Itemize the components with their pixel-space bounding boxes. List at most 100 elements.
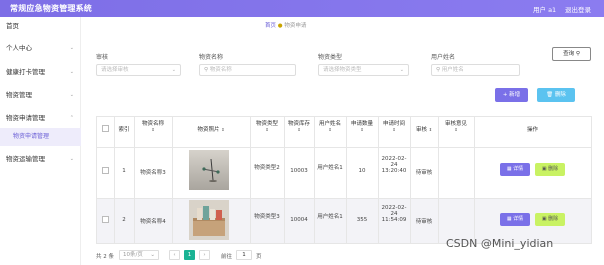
sidebar-item-label: 个人中心: [6, 44, 32, 52]
row-delete-label: 删除: [548, 216, 559, 222]
chevron-down-icon: ⌄: [150, 252, 155, 258]
audit-select[interactable]: 请选择审核 ⌄: [96, 64, 181, 76]
product-photo: [189, 200, 229, 240]
page-suffix: 页: [256, 254, 262, 260]
product-photo: [189, 150, 229, 190]
chevron-down-icon: ⌄: [69, 69, 74, 75]
col-header-audit[interactable]: 审核 ⇕: [410, 125, 438, 133]
sidebar-item-label: 健康打卡管理: [6, 68, 45, 76]
detail-label: 详情: [513, 166, 524, 172]
row-stock: 10003: [290, 168, 308, 174]
sidebar-item-supplies[interactable]: 物资管理 ⌄: [0, 88, 81, 102]
next-page-button[interactable]: ›: [199, 250, 210, 260]
divider: [438, 116, 439, 243]
sidebar-item-transport[interactable]: 物资运输管理 ⌄: [0, 152, 81, 166]
row-time: 2022-02-24 11:54:09: [381, 205, 407, 223]
sidebar-subitem-apply[interactable]: 物资申请管理: [0, 128, 81, 146]
sidebar-item-apply[interactable]: 物资申请管理 ⌃: [0, 111, 81, 125]
sort-icon: ⇕: [297, 127, 301, 132]
divider: [250, 116, 251, 243]
row-type: 物资类型2: [254, 165, 280, 171]
user-input[interactable]: ⚲ 用户姓名: [431, 64, 520, 76]
row-delete-button[interactable]: ▣ 删除: [535, 163, 565, 176]
col-header-actions: 操作: [526, 127, 538, 133]
sidebar-item-health[interactable]: 健康打卡管理 ⌄: [0, 65, 81, 79]
type-placeholder: 请选择物资类型: [323, 67, 362, 73]
filter-label-name: 物资名称: [199, 54, 224, 61]
col-header-label: 用户姓名: [318, 121, 341, 127]
sidebar-item-label: 首页: [6, 22, 19, 30]
audit-placeholder: 请选择审核: [101, 67, 129, 73]
plus-icon: +: [502, 92, 508, 98]
col-header-label: 审核: [415, 127, 427, 133]
row-type: 物资类型3: [254, 214, 280, 220]
row-checkbox[interactable]: [102, 216, 109, 223]
detail-button[interactable]: ▦ 详情: [500, 163, 530, 176]
filter-label-user: 用户姓名: [431, 54, 456, 61]
row-delete-label: 删除: [548, 166, 559, 172]
trash-icon: ▣: [541, 166, 547, 172]
sidebar-item-profile[interactable]: 个人中心 ⌄: [0, 41, 81, 55]
type-select[interactable]: 请选择物资类型 ⌄: [318, 64, 409, 76]
col-header-label: 物资名称: [141, 121, 164, 127]
search-icon: ⚲: [436, 67, 441, 73]
row-user: 用户姓名1: [317, 214, 343, 220]
breadcrumb: 首页 ● 物资申请: [265, 21, 306, 29]
col-header-stock[interactable]: 物资库存 ⇕: [284, 119, 314, 132]
detail-button[interactable]: ▦ 详情: [500, 213, 530, 226]
row-delete-button[interactable]: ▣ 删除: [535, 213, 565, 226]
col-header-label: 申请数量: [350, 121, 373, 127]
name-input[interactable]: ⚲ 物资名称: [199, 64, 296, 76]
search-icon: ⚲: [575, 51, 580, 57]
detail-icon: ▦: [506, 166, 512, 172]
search-icon: ⚲: [204, 67, 209, 73]
logout-link[interactable]: 退出登录: [565, 4, 591, 14]
divider: [172, 116, 173, 243]
col-header-name[interactable]: 物资名称 ⇕: [134, 119, 172, 132]
top-bar: 常规应急物资管理系统 用户 a1 退出登录: [0, 0, 604, 17]
col-header-index: 索引: [118, 127, 130, 133]
page-size-select[interactable]: 10条/页 ⌄: [119, 250, 159, 260]
sort-icon: ⇕: [392, 127, 396, 132]
sort-icon: ⇕: [151, 127, 155, 132]
page-size-value: 10条/页: [123, 252, 143, 258]
sort-icon: ⇕: [328, 127, 332, 132]
col-header-user[interactable]: 用户姓名 ⇕: [314, 119, 346, 132]
user-placeholder: 用户姓名: [441, 67, 464, 73]
pagination-total: 共 2 条: [96, 254, 114, 260]
prev-page-button[interactable]: ‹: [169, 250, 180, 260]
sidebar-item-label: 物资申请管理: [6, 114, 45, 122]
batch-delete-button[interactable]: 🗑 删除: [537, 88, 575, 102]
col-header-photo[interactable]: 物资照片 ⇕: [172, 125, 250, 133]
row-index: 2: [122, 217, 126, 223]
divider: [591, 116, 592, 243]
add-button[interactable]: + 新增: [495, 88, 528, 102]
row-checkbox[interactable]: [102, 167, 109, 174]
sidebar-item-label: 物资运输管理: [6, 155, 45, 163]
row-qty: 10: [358, 168, 366, 174]
select-all-checkbox[interactable]: [102, 125, 109, 132]
col-header-opinion[interactable]: 审核意见 ⇕: [438, 119, 474, 132]
chevron-up-icon: ⌃: [69, 115, 74, 121]
user-name[interactable]: 用户 a1: [533, 4, 556, 14]
divider: [314, 116, 315, 243]
query-label: 查询: [563, 51, 575, 57]
breadcrumb-home[interactable]: 首页: [265, 23, 276, 29]
col-header-type[interactable]: 物资类型 ⇕: [250, 119, 284, 132]
col-header-time[interactable]: 申请时间 ⇕: [378, 119, 410, 132]
row-time: 2022-02-24 13:20:40: [381, 156, 407, 174]
goto-page-input[interactable]: 1: [236, 250, 252, 260]
sort-icon: ⇕: [454, 127, 458, 132]
trash-icon: 🗑: [546, 92, 554, 98]
divider: [96, 116, 97, 243]
query-button[interactable]: 查询 ⚲: [552, 47, 591, 61]
chevron-down-icon: ⌄: [171, 67, 176, 73]
sidebar-item-home[interactable]: 首页: [0, 19, 81, 33]
watermark: CSDN @Mini_yidian: [446, 237, 554, 250]
sort-icon: ⇕: [360, 127, 364, 132]
page-button[interactable]: 1: [184, 250, 195, 260]
col-header-qty[interactable]: 申请数量 ⇕: [346, 119, 378, 132]
sort-icon: ⇕: [221, 127, 225, 132]
row-index: 1: [122, 168, 126, 174]
breadcrumb-current: 物资申请: [284, 23, 307, 29]
